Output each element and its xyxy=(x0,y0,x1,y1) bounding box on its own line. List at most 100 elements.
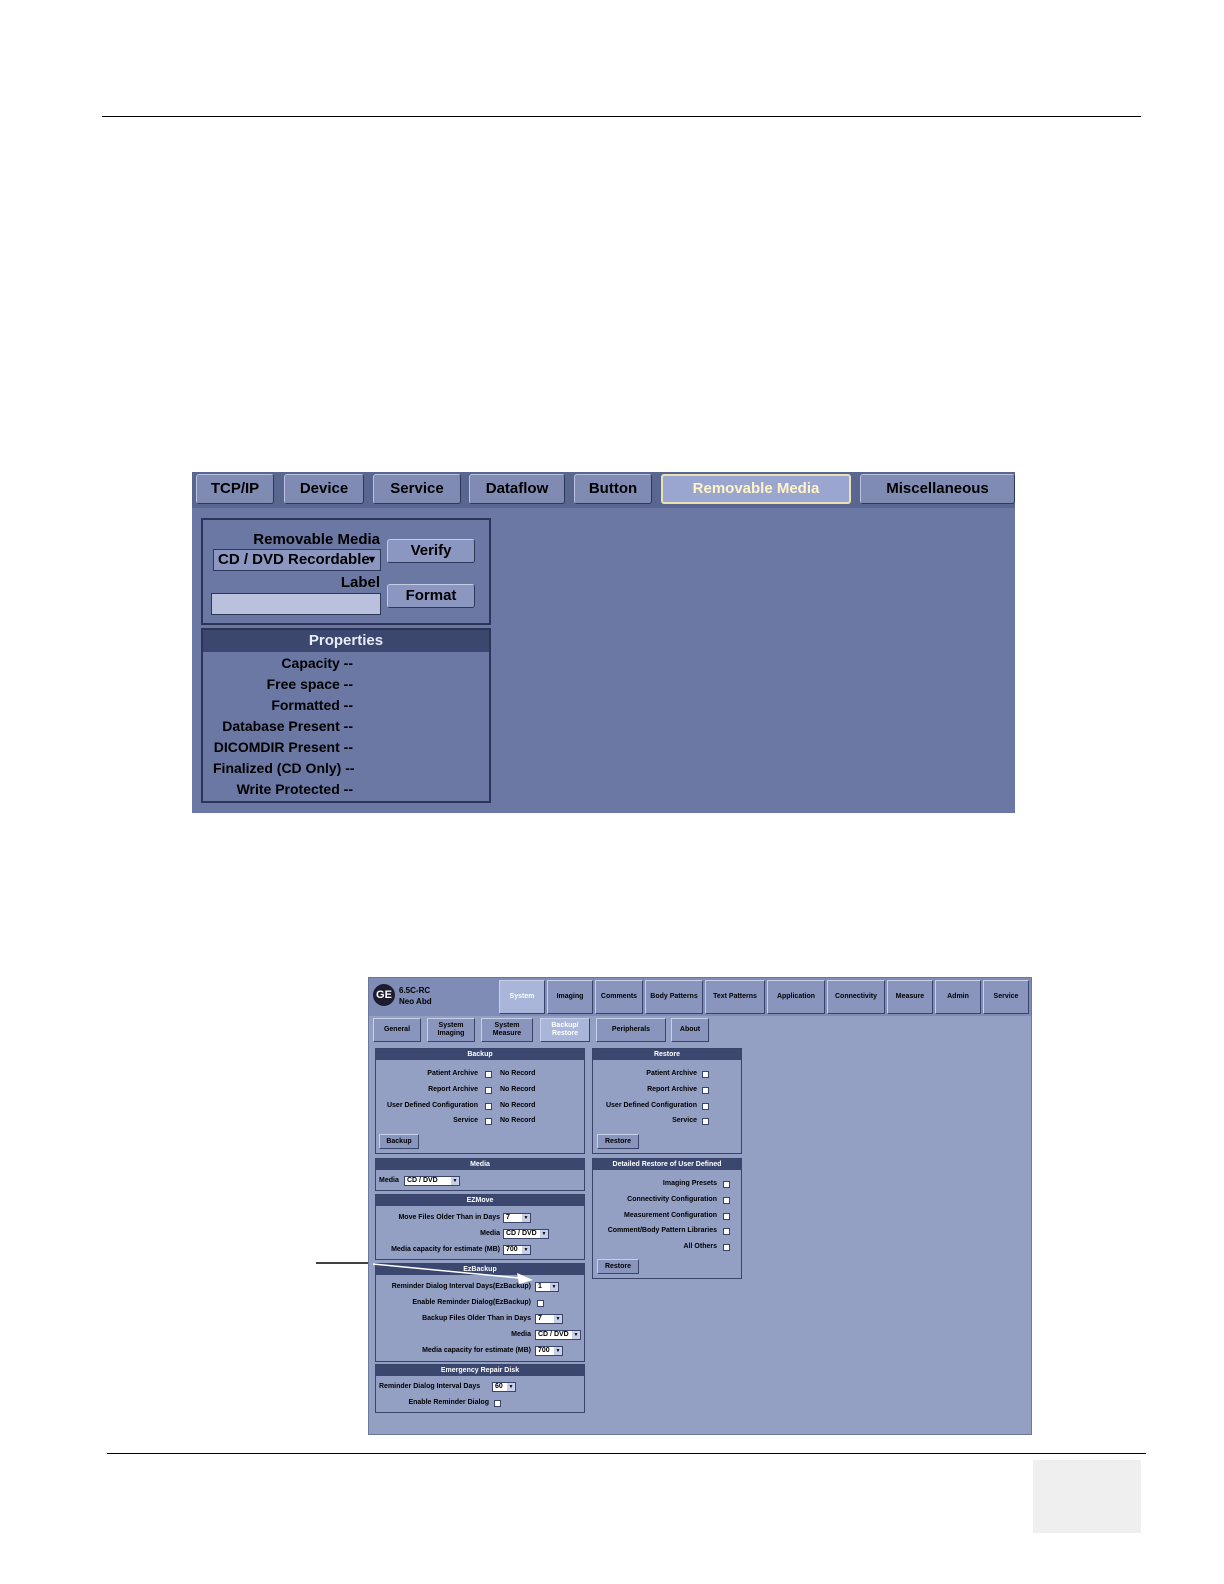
tab-application[interactable]: Application xyxy=(767,980,825,1014)
media-panel: Media Media CD / DVD ▼ xyxy=(375,1158,585,1191)
ezbackup-capacity-label: Media capacity for estimate (MB) xyxy=(422,1347,531,1354)
tab-body-patterns[interactable]: Body Patterns xyxy=(645,980,703,1014)
chevron-down-icon: ▼ xyxy=(554,1315,562,1323)
ezbackup-media-value: CD / DVD xyxy=(538,1331,569,1338)
label-input[interactable] xyxy=(211,593,381,615)
properties-title: Properties xyxy=(203,630,489,652)
ezbackup-older-dropdown[interactable]: 7 ▼ xyxy=(535,1314,563,1324)
detailed-all-others-label: All Others xyxy=(683,1243,717,1250)
verify-button[interactable]: Verify xyxy=(387,539,475,563)
restore-patient-archive-label: Patient Archive xyxy=(646,1070,697,1077)
restore-button[interactable]: Restore xyxy=(597,1134,639,1149)
properties-panel: Properties Capacity -- Free space -- For… xyxy=(201,628,491,803)
chevron-down-icon: ▼ xyxy=(522,1214,530,1222)
detailed-restore-button[interactable]: Restore xyxy=(597,1259,639,1274)
restore-service-label: Service xyxy=(672,1117,697,1124)
subtab-system-imaging[interactable]: System Imaging xyxy=(427,1018,475,1042)
subtab-backup-restore[interactable]: Backup/ Restore xyxy=(540,1018,590,1042)
subtab-general[interactable]: General xyxy=(373,1018,421,1042)
restore-user-config-label: User Defined Configuration xyxy=(605,1102,697,1109)
ezmove-capacity-dropdown[interactable]: 700 ▼ xyxy=(503,1245,531,1255)
tab-admin[interactable]: Admin xyxy=(935,980,981,1014)
restore-user-config-checkbox[interactable] xyxy=(702,1103,709,1110)
tab-button[interactable]: Button xyxy=(574,474,652,504)
format-button[interactable]: Format xyxy=(387,584,475,608)
backup-button[interactable]: Backup xyxy=(379,1134,419,1149)
detailed-comment-body-checkbox[interactable] xyxy=(723,1228,730,1235)
tab-comments[interactable]: Comments xyxy=(595,980,643,1014)
restore-report-archive-checkbox[interactable] xyxy=(702,1087,709,1094)
erd-enable-checkbox[interactable] xyxy=(494,1400,501,1407)
backup-panel: Backup Patient Archive No Record Report … xyxy=(375,1048,585,1154)
ezmove-older-dropdown[interactable]: 7 ▼ xyxy=(503,1213,531,1223)
tab-dataflow[interactable]: Dataflow xyxy=(469,474,565,504)
media-select-value: CD / DVD Recordable xyxy=(218,551,370,568)
ezmove-title: EZMove xyxy=(376,1195,584,1206)
restore-report-archive-label: Report Archive xyxy=(647,1086,697,1093)
erd-interval-value: 60 xyxy=(495,1383,503,1390)
backup-report-archive-checkbox[interactable] xyxy=(485,1087,492,1094)
tab-removable-media[interactable]: Removable Media xyxy=(661,474,851,504)
media-title: Media xyxy=(376,1159,584,1170)
ezbackup-interval-dropdown[interactable]: 1 ▼ xyxy=(535,1282,559,1292)
subtab-peripherals[interactable]: Peripherals xyxy=(596,1018,666,1042)
header-rule xyxy=(102,116,1141,117)
tab-text-patterns[interactable]: Text Patterns xyxy=(705,980,765,1014)
ezmove-capacity-value: 700 xyxy=(506,1246,518,1253)
backup-patient-archive-checkbox[interactable] xyxy=(485,1071,492,1078)
tab-service[interactable]: Service xyxy=(373,474,461,504)
media-dropdown[interactable]: CD / DVD ▼ xyxy=(404,1176,460,1186)
tab-tcpip[interactable]: TCP/IP xyxy=(196,474,274,504)
erd-interval-dropdown[interactable]: 60 ▼ xyxy=(492,1382,516,1392)
tab-connectivity[interactable]: Connectivity xyxy=(827,980,885,1014)
property-write-protected: Write Protected -- xyxy=(236,781,353,797)
backup-service-status: No Record xyxy=(500,1117,536,1124)
chevron-down-icon: ▼ xyxy=(507,1383,515,1391)
detailed-connectivity-checkbox[interactable] xyxy=(723,1197,730,1204)
tab-imaging[interactable]: Imaging xyxy=(547,980,593,1014)
ge-logo-icon: GE xyxy=(373,984,395,1006)
ezbackup-title: EzBackup xyxy=(376,1264,584,1275)
restore-title: Restore xyxy=(593,1049,741,1060)
subtab-about[interactable]: About xyxy=(671,1018,709,1042)
backup-service-checkbox[interactable] xyxy=(485,1118,492,1125)
property-free-space: Free space -- xyxy=(266,676,353,692)
ezmove-capacity-label: Media capacity for estimate (MB) xyxy=(391,1246,500,1253)
detailed-imaging-presets-checkbox[interactable] xyxy=(723,1181,730,1188)
restore-panel: Restore Patient Archive Report Archive U… xyxy=(592,1048,742,1154)
ezbackup-enable-label: Enable Reminder Dialog(EzBackup) xyxy=(412,1299,531,1306)
tab-miscellaneous[interactable]: Miscellaneous xyxy=(860,474,1015,504)
detailed-measurement-checkbox[interactable] xyxy=(723,1213,730,1220)
ezbackup-interval-label: Reminder Dialog Interval Days(EzBackup) xyxy=(391,1283,531,1290)
detailed-imaging-presets-label: Imaging Presets xyxy=(662,1180,717,1187)
detailed-all-others-checkbox[interactable] xyxy=(723,1244,730,1251)
subtab-system-measure[interactable]: System Measure xyxy=(481,1018,533,1042)
tab-measure[interactable]: Measure xyxy=(887,980,933,1014)
ezbackup-media-dropdown[interactable]: CD / DVD ▼ xyxy=(535,1330,581,1340)
media-select[interactable]: CD / DVD Recordable ▼ xyxy=(213,549,381,571)
preset-name: Neo Abd xyxy=(399,997,432,1006)
label-label: Label xyxy=(340,574,380,591)
tab-system[interactable]: System xyxy=(499,980,545,1014)
erd-panel: Emergency Repair Disk Reminder Dialog In… xyxy=(375,1364,585,1413)
backup-report-archive-status: No Record xyxy=(500,1086,536,1093)
ezbackup-capacity-dropdown[interactable]: 700 ▼ xyxy=(535,1346,563,1356)
ezmove-media-dropdown[interactable]: CD / DVD ▼ xyxy=(503,1229,549,1239)
restore-patient-archive-checkbox[interactable] xyxy=(702,1071,709,1078)
detailed-restore-title: Detailed Restore of User Defined xyxy=(593,1159,741,1170)
property-formatted: Formatted -- xyxy=(271,697,353,713)
tab-service[interactable]: Service xyxy=(983,980,1029,1014)
ezmove-older-label: Move Files Older Than in Days xyxy=(398,1214,500,1221)
restore-service-checkbox[interactable] xyxy=(702,1118,709,1125)
backup-user-config-checkbox[interactable] xyxy=(485,1103,492,1110)
ezbackup-enable-checkbox[interactable] xyxy=(537,1300,544,1307)
detailed-restore-panel: Detailed Restore of User Defined Imaging… xyxy=(592,1158,742,1279)
properties-list: Capacity -- Free space -- Formatted -- D… xyxy=(203,655,355,805)
footer-rule xyxy=(107,1453,1146,1454)
backup-patient-archive-label: Patient Archive xyxy=(427,1070,478,1077)
ezmove-panel: EZMove Move Files Older Than in Days 7 ▼ … xyxy=(375,1194,585,1260)
ezbackup-interval-value: 1 xyxy=(538,1283,542,1290)
backup-report-archive-label: Report Archive xyxy=(428,1086,478,1093)
tab-device[interactable]: Device xyxy=(284,474,364,504)
ezmove-media-value: CD / DVD xyxy=(506,1230,537,1237)
